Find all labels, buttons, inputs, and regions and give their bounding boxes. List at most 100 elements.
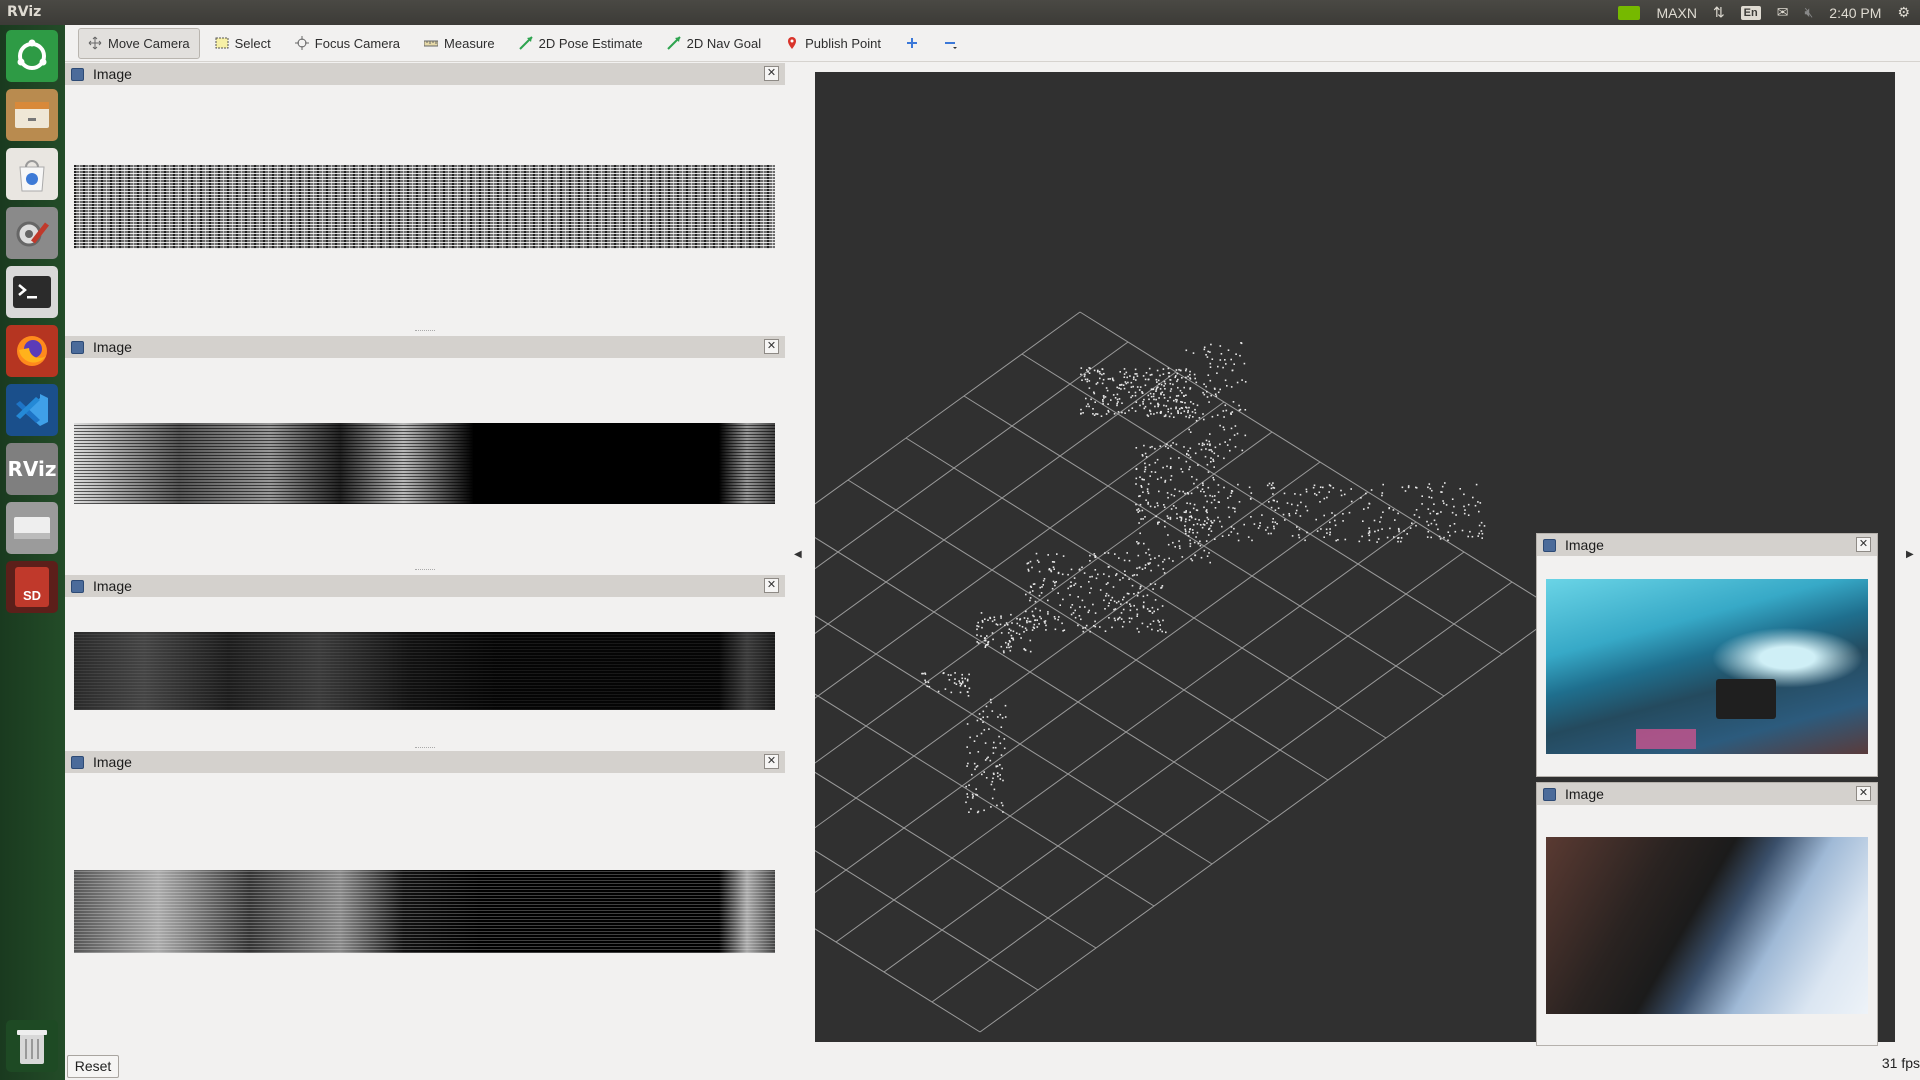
point [1157,630,1159,632]
point [1088,405,1090,408]
point [1101,373,1103,376]
point [1189,377,1191,379]
point [1225,409,1228,412]
point [968,784,970,786]
grid-line [979,611,1561,1033]
close-icon[interactable]: ✕ [1856,537,1871,552]
point [1191,516,1193,519]
point [1053,616,1056,618]
vscode-icon[interactable] [6,384,58,436]
point [1094,612,1097,614]
point [1152,395,1155,398]
point [1237,483,1239,486]
point [1323,514,1325,517]
point [924,673,927,675]
point [1138,495,1140,498]
point [1074,582,1077,585]
point [1380,516,1382,519]
point [1184,525,1186,527]
point [1047,611,1049,613]
point [1306,509,1309,512]
point [1227,497,1229,499]
point [1243,523,1245,526]
panel-splitter[interactable] [415,330,435,331]
add-tool-button[interactable] [896,28,928,59]
tool-select[interactable]: Select [206,28,280,59]
point [1057,571,1060,574]
panel-splitter[interactable] [415,569,435,570]
tool-2d-nav-goal[interactable]: 2D Nav Goal [658,28,770,59]
tool-measure[interactable]: Measure [415,28,504,59]
point [1223,416,1225,418]
point [1415,509,1418,511]
nvidia-icon[interactable] [1618,5,1641,20]
keyboard-layout-indicator[interactable]: En [1740,5,1761,20]
collapse-left-arrow-icon[interactable]: ◀ [794,549,802,560]
point [1141,509,1144,512]
point [980,612,983,614]
firefox-icon[interactable] [6,325,58,377]
collapse-right-arrow-icon[interactable]: ▶ [1906,549,1914,560]
point [1481,532,1484,535]
rviz-icon[interactable]: RViz [6,443,58,495]
tool-2d-pose-estimate[interactable]: 2D Pose Estimate [510,28,652,59]
network-icon[interactable]: ⇅ [1713,4,1725,21]
point [1343,493,1346,496]
drive-icon[interactable] [6,502,58,554]
point [1139,503,1142,506]
files-icon[interactable] [6,89,58,141]
remove-tool-button[interactable] [934,28,966,59]
system-settings-icon[interactable] [6,207,58,259]
point [1332,487,1335,489]
point [1176,513,1178,515]
point [1005,622,1008,624]
tool-publish-point[interactable]: Publish Point [776,28,890,59]
panel-title-bar[interactable]: Image ✕ [65,751,785,773]
panel-title-bar[interactable]: Image ✕ [65,575,785,597]
close-icon[interactable]: ✕ [1856,786,1871,801]
software-center-icon[interactable] [6,148,58,200]
panel-title-bar[interactable]: Image ✕ [1537,783,1877,805]
point [1207,518,1210,521]
close-icon[interactable]: ✕ [764,66,779,81]
close-icon[interactable]: ✕ [764,578,779,593]
close-icon[interactable]: ✕ [764,754,779,769]
panel-title-bar[interactable]: Image ✕ [65,63,785,85]
point [1131,395,1134,397]
power-mode-label[interactable]: MAXN [1656,5,1696,21]
ubuntu-dash-icon[interactable] [6,30,58,82]
point [991,710,994,712]
gear-icon[interactable]: ⚙ [1897,4,1910,21]
image-panel-icon [71,755,84,769]
point [1004,716,1007,718]
point [1480,530,1483,532]
panel-title-bar[interactable]: Image ✕ [1537,534,1877,556]
panel-title-bar[interactable]: Image ✕ [65,336,785,358]
terminal-icon[interactable] [6,266,58,318]
point [984,639,986,642]
point [1029,599,1031,602]
point [1183,511,1186,513]
trash-icon[interactable] [6,1020,58,1072]
tool-focus-camera[interactable]: Focus Camera [286,28,409,59]
point [1169,382,1172,385]
point [1266,484,1269,487]
clock[interactable]: 2:40 PM [1829,5,1881,21]
point [1119,371,1121,373]
point [1294,493,1296,495]
reset-button[interactable]: Reset [67,1055,119,1078]
point [1093,391,1095,394]
sd-card-icon[interactable]: SD [6,561,58,613]
point [1156,502,1159,504]
panel-splitter[interactable] [415,747,435,748]
tool-move-camera[interactable]: Move Camera [78,27,200,59]
mail-icon[interactable]: ✉ [1777,4,1789,21]
close-icon[interactable]: ✕ [764,339,779,354]
point [996,772,999,774]
point [1153,413,1155,415]
point [1216,414,1219,416]
point [1047,599,1049,602]
volume-muted-icon[interactable]: 🔇︎ [1804,4,1813,21]
point [1149,610,1152,612]
point [1223,428,1226,431]
